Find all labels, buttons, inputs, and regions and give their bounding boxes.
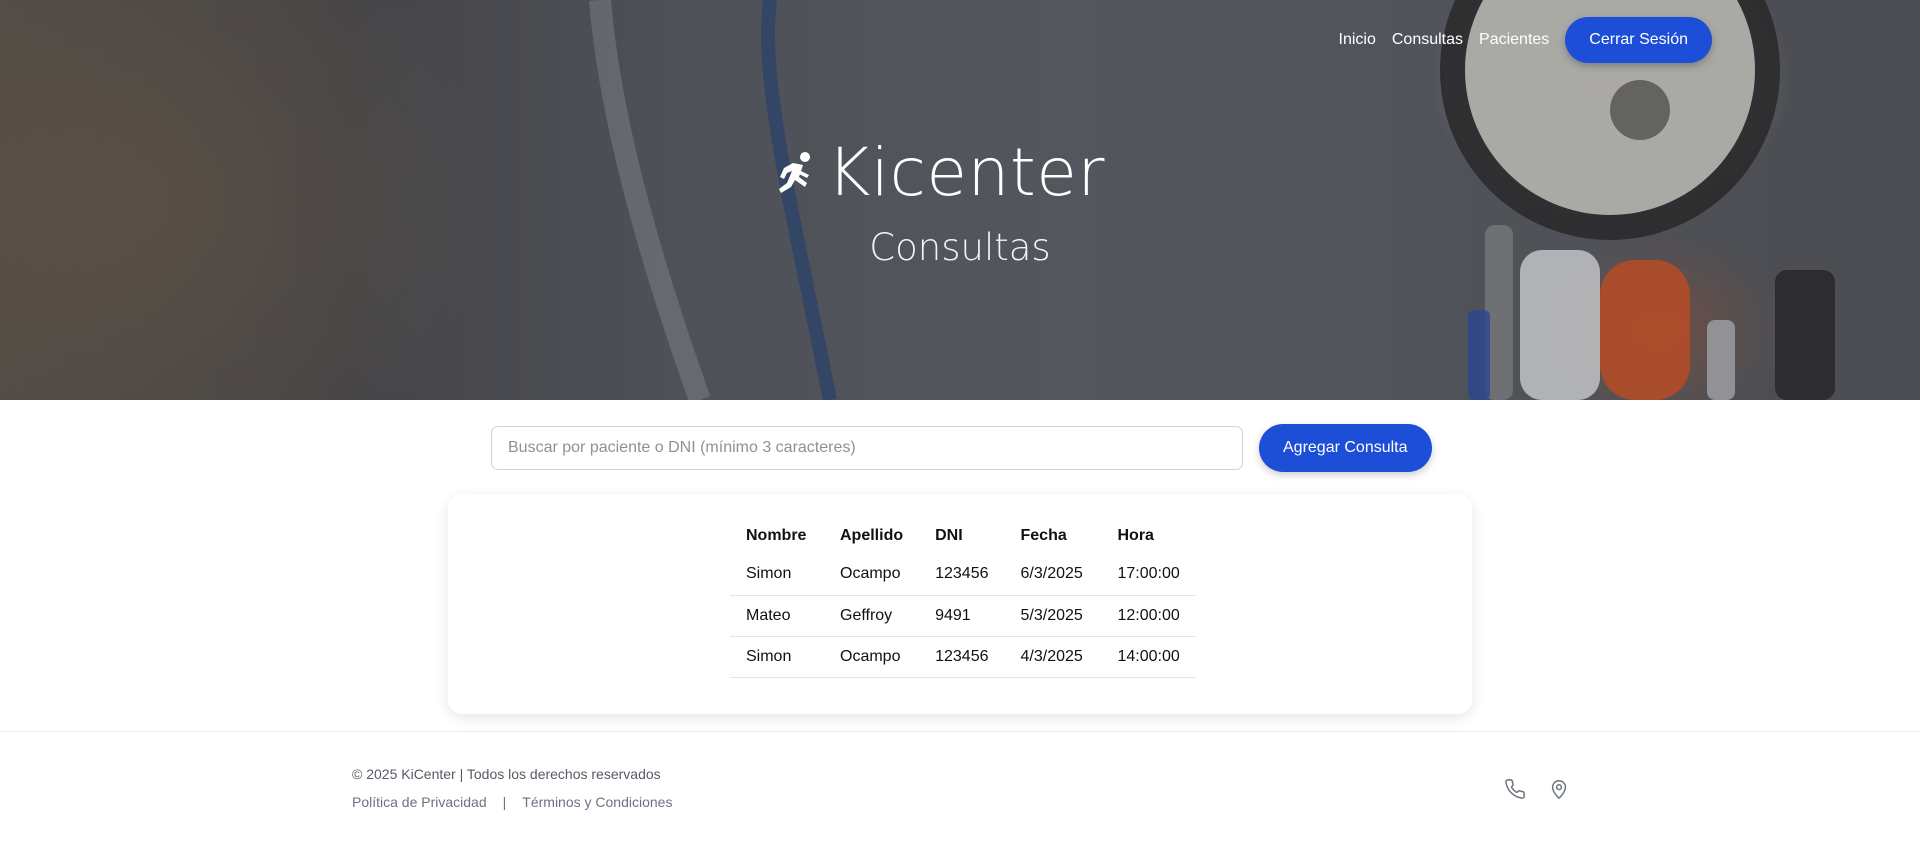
cell-dni: 123456 — [919, 636, 1005, 678]
cell-nombre: Simon — [730, 636, 824, 678]
cell-apellido: Ocampo — [824, 554, 920, 596]
table-header-row: Nombre Apellido DNI Fecha Hora — [730, 518, 1196, 554]
cell-dni: 123456 — [919, 554, 1005, 596]
cell-hora: 17:00:00 — [1101, 554, 1196, 596]
footer-separator: | — [502, 794, 507, 810]
cell-hora: 14:00:00 — [1101, 636, 1196, 678]
column-header-hora: Hora — [1117, 527, 1154, 544]
cell-dni: 9491 — [919, 595, 1005, 637]
terms-link[interactable]: Términos y Condiciones — [522, 794, 672, 810]
top-nav: Inicio Consultas Pacientes Cerrar Sesión — [1339, 17, 1712, 63]
table-row[interactable]: Simon Ocampo 123456 4/3/2025 14:00:00 — [730, 636, 1196, 678]
nav-link-pacientes[interactable]: Pacientes — [1479, 31, 1549, 49]
hero-banner: Inicio Consultas Pacientes Cerrar Sesión… — [0, 0, 1920, 400]
column-header-nombre: Nombre — [746, 527, 807, 544]
cell-apellido: Geffroy — [824, 595, 920, 637]
add-consulta-button[interactable]: Agregar Consulta — [1259, 424, 1432, 472]
brand-name: Kicenter — [827, 134, 1105, 211]
phone-icon[interactable] — [1504, 778, 1526, 800]
cell-fecha: 4/3/2025 — [1004, 636, 1102, 678]
table-row[interactable]: Simon Ocampo 123456 6/3/2025 17:00:00 — [730, 554, 1196, 596]
nav-link-consultas[interactable]: Consultas — [1392, 31, 1463, 49]
column-header-fecha: Fecha — [1020, 527, 1067, 544]
consultas-table: Nombre Apellido DNI Fecha Hora Simon Oca… — [730, 518, 1196, 678]
privacy-link[interactable]: Política de Privacidad — [352, 794, 487, 810]
cell-hora: 12:00:00 — [1101, 595, 1196, 637]
map-pin-icon[interactable] — [1548, 778, 1570, 800]
footer-links: Política de Privacidad | Términos y Cond… — [352, 794, 672, 810]
brand: Kicenter — [0, 134, 1920, 211]
logout-button[interactable]: Cerrar Sesión — [1565, 17, 1712, 63]
cell-nombre: Simon — [730, 554, 824, 596]
cell-fecha: 6/3/2025 — [1004, 554, 1102, 596]
footer-contact-icons — [1504, 778, 1592, 800]
column-header-apellido: Apellido — [840, 527, 904, 544]
table-row[interactable]: Mateo Geffroy 9491 5/3/2025 12:00:00 — [730, 595, 1196, 637]
brand-row: Kicenter — [775, 134, 1105, 211]
nav-link-inicio[interactable]: Inicio — [1339, 31, 1376, 49]
cell-nombre: Mateo — [730, 595, 824, 637]
runner-icon — [779, 151, 811, 193]
footer: © 2025 KiCenter | Todos los derechos res… — [0, 731, 1920, 844]
page-title: Consultas — [869, 226, 1051, 269]
consultas-card: Nombre Apellido DNI Fecha Hora Simon Oca… — [448, 494, 1472, 714]
search-row: Agregar Consulta — [491, 424, 1432, 472]
column-header-dni: DNI — [935, 527, 963, 544]
footer-copyright: © 2025 KiCenter | Todos los derechos res… — [352, 766, 661, 782]
cell-apellido: Ocampo — [824, 636, 920, 678]
cell-fecha: 5/3/2025 — [1004, 595, 1102, 637]
search-input[interactable] — [491, 426, 1243, 470]
